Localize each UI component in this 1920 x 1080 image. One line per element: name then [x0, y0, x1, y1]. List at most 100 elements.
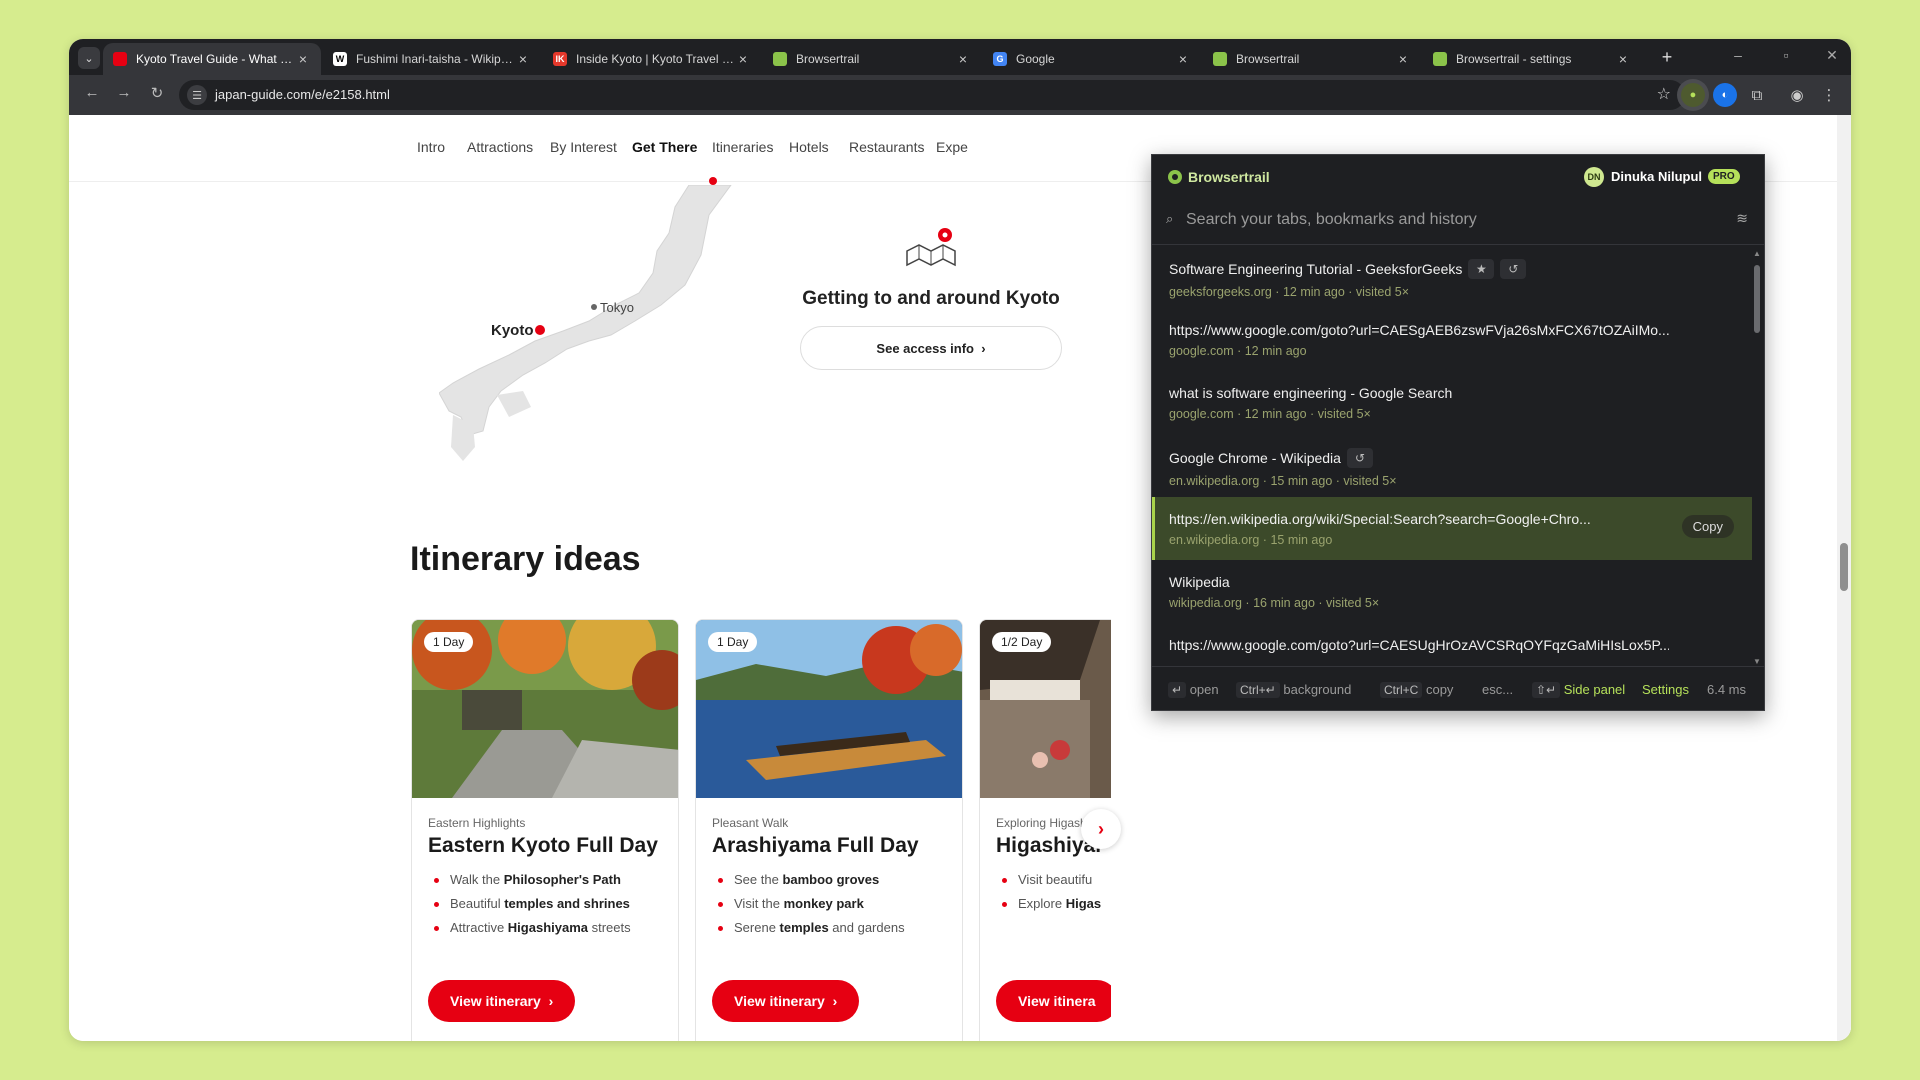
itinerary-card[interactable]: 1 Day Pleasant Walk Arashiyama Full Day … — [695, 619, 963, 1041]
copy-button[interactable]: Copy — [1681, 515, 1734, 538]
card-title: Eastern Kyoto Full Day — [428, 834, 658, 857]
tab-close-icon[interactable]: × — [955, 51, 971, 67]
app-name: Browsertrail — [1188, 169, 1270, 185]
scroll-down-icon[interactable]: ▼ — [1753, 657, 1761, 666]
new-tab-button[interactable]: + — [1656, 47, 1678, 68]
tab-close-icon[interactable]: × — [1175, 51, 1191, 67]
nav-link-attractions[interactable]: Attractions — [467, 139, 533, 155]
list-item: Visit beautifu — [996, 868, 1111, 892]
close-icon: ✕ — [1826, 47, 1838, 63]
nav-link-intro[interactable]: Intro — [417, 139, 445, 155]
puzzle-icon[interactable]: ⧉ — [1745, 83, 1769, 107]
popup-header: Browsertrail DN Dinuka Nilupul PRO — [1152, 155, 1764, 195]
duration-badge: 1 Day — [708, 632, 758, 652]
tab-5[interactable]: G Google × — [983, 43, 1201, 75]
result-item-selected[interactable]: https://en.wikipedia.org/wiki/Special:Se… — [1152, 497, 1752, 560]
maximize-button[interactable]: ▫ — [1775, 47, 1797, 63]
card-title: Arashiyama Full Day — [712, 834, 919, 857]
hint-esc: esc... — [1482, 682, 1514, 697]
map-pin-icon — [906, 228, 956, 267]
tab-close-icon[interactable]: × — [1395, 51, 1411, 67]
tab-title: Browsertrail - settings — [1456, 52, 1572, 66]
page-scrollbar[interactable] — [1837, 115, 1851, 1041]
result-item[interactable]: Google Chrome - Wikipedia ↺ en.wikipedia.… — [1152, 434, 1752, 497]
browser-toolbar: ← → ↻ ☰ japan-guide.com/e/e2158.html ☆ ●… — [69, 75, 1851, 115]
bookmark-star-icon[interactable]: ☆ — [1657, 84, 1671, 104]
kyoto-label: Kyoto — [491, 322, 534, 339]
favicon-icon: W — [333, 52, 347, 66]
carousel-next-button[interactable]: › — [1081, 809, 1121, 849]
favicon-icon: IK — [553, 52, 567, 66]
tab-close-icon[interactable]: × — [1615, 51, 1631, 67]
profile-icon[interactable]: ◉ — [1785, 83, 1809, 107]
tab-6[interactable]: Browsertrail × — [1203, 43, 1421, 75]
nav-link-expe[interactable]: Expe — [936, 139, 968, 155]
results-scrollbar[interactable]: ▲ ▼ — [1750, 249, 1764, 666]
nav-link-by-interest[interactable]: By Interest — [550, 139, 617, 155]
hint-open: ↵ open — [1168, 682, 1219, 698]
results-list: Software Engineering Tutorial - Geeksfor… — [1152, 245, 1752, 666]
menu-dots-icon[interactable]: ⋮ — [1817, 83, 1841, 107]
side-panel-button[interactable]: ⇧↵ Side panel — [1532, 682, 1625, 698]
tab-search-button[interactable]: ⌄ — [78, 47, 100, 69]
reload-button[interactable]: ↻ — [146, 84, 168, 102]
browser-window: ⌄ Kyoto Travel Guide - What to do × W Fushi… — [69, 39, 1851, 1041]
address-url: japan-guide.com/e/e2158.html — [215, 87, 390, 102]
list-item: Beautiful temples and shrines — [428, 892, 662, 916]
tab-2[interactable]: W Fushimi Inari-taisha - Wikipedia × — [323, 43, 541, 75]
access-title: Getting to and around Kyoto — [802, 288, 1060, 309]
tab-close-icon[interactable]: × — [295, 51, 311, 67]
chevron-right-icon: › — [981, 340, 986, 356]
tab-7[interactable]: Browsertrail - settings × — [1423, 43, 1641, 75]
result-item[interactable]: Wikipedia wikipedia.org · 16 min ago · v… — [1152, 560, 1752, 623]
site-settings-icon[interactable]: ☰ — [187, 85, 207, 105]
see-access-info-button[interactable]: See access info › — [800, 326, 1062, 370]
card-subtitle: Eastern Highlights — [428, 816, 526, 830]
scroll-up-icon[interactable]: ▲ — [1753, 249, 1761, 258]
history-icon[interactable]: ↺ — [1500, 259, 1527, 279]
nav-link-get-there[interactable]: Get There — [632, 139, 697, 155]
star-icon[interactable]: ★ — [1468, 259, 1495, 279]
close-window-button[interactable]: ✕ — [1821, 47, 1843, 64]
scrollbar-thumb[interactable] — [1840, 543, 1848, 591]
filter-icon[interactable]: ≋ — [1736, 210, 1748, 227]
card-subtitle: Pleasant Walk — [712, 816, 789, 830]
favicon-icon: G — [993, 52, 1007, 66]
card-image: 1 Day — [696, 620, 962, 798]
favicon-icon — [1213, 52, 1227, 66]
browsertrail-extension-icon[interactable]: ● — [1681, 83, 1705, 107]
nav-link-itineraries[interactable]: Itineraries — [712, 139, 773, 155]
search-input[interactable] — [1186, 207, 1706, 233]
view-itinerary-button[interactable]: View itinera — [996, 980, 1111, 1022]
history-icon[interactable]: ↺ — [1346, 448, 1373, 468]
card-highlights: See the bamboo groves Visit the monkey p… — [712, 868, 946, 940]
nav-link-hotels[interactable]: Hotels — [789, 139, 829, 155]
avatar[interactable]: DN — [1584, 167, 1604, 187]
result-item[interactable]: what is software engineering - Google Se… — [1152, 371, 1752, 434]
list-item: Attractive Higashiyama streets — [428, 916, 662, 940]
user-name[interactable]: Dinuka Nilupul — [1611, 169, 1702, 184]
address-bar[interactable]: ☰ japan-guide.com/e/e2158.html ☆ — [179, 80, 1685, 110]
arrow-left-icon: ← — [84, 84, 100, 101]
back-button[interactable]: ← — [81, 84, 103, 101]
tab-close-icon[interactable]: × — [735, 51, 751, 67]
forward-button[interactable]: → — [113, 84, 135, 101]
settings-button[interactable]: Settings — [1642, 682, 1689, 697]
tab-3[interactable]: IK Inside Kyoto | Kyoto Travel Guide× — [543, 43, 761, 75]
active-nav-indicator — [709, 177, 717, 185]
minimize-button[interactable]: – — [1727, 47, 1749, 63]
tab-1[interactable]: Kyoto Travel Guide - What to do × — [103, 43, 321, 75]
extension-icon[interactable]: ◐ — [1713, 83, 1737, 107]
view-itinerary-button[interactable]: View itinerary › — [712, 980, 860, 1022]
itinerary-card[interactable]: 1 Day Eastern Highlights Eastern Kyoto F… — [411, 619, 679, 1041]
result-item[interactable]: https://www.google.com/goto?url=CAESUgHr… — [1152, 623, 1752, 666]
nav-link-restaurants[interactable]: Restaurants — [849, 139, 924, 155]
result-item[interactable]: https://www.google.com/goto?url=CAESgAEB… — [1152, 308, 1752, 371]
tab-title: Browsertrail — [796, 52, 860, 66]
tokyo-marker — [591, 304, 597, 310]
result-item[interactable]: Software Engineering Tutorial - Geeksfor… — [1152, 245, 1752, 308]
tab-4[interactable]: Browsertrail × — [763, 43, 981, 75]
tab-close-icon[interactable]: × — [515, 51, 531, 67]
view-itinerary-button[interactable]: View itinerary › — [428, 980, 576, 1022]
scrollbar-thumb[interactable] — [1754, 265, 1760, 333]
